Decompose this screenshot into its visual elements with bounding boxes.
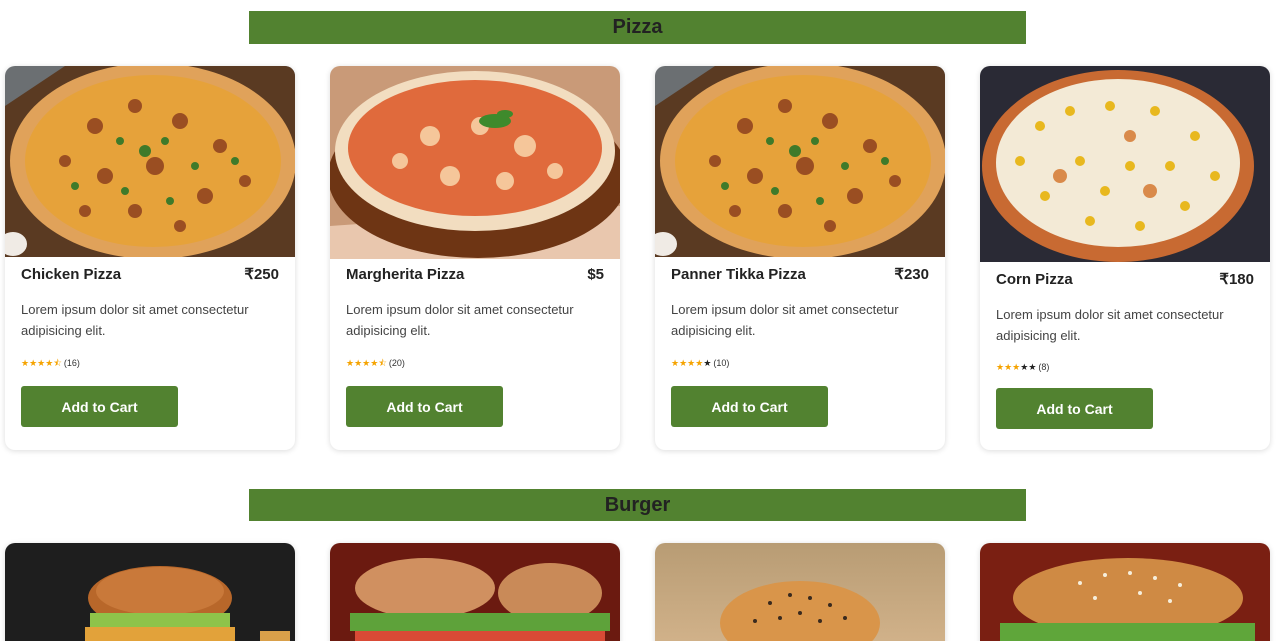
- review-count: (8): [1038, 362, 1050, 372]
- star-half-icon: ⯪: [53, 358, 62, 368]
- product-price: ₹180: [1219, 271, 1254, 288]
- review-count: (10): [713, 358, 730, 368]
- star-rating: ★ ★ ★ ★ ⯪ (20): [346, 358, 604, 368]
- star-icon: ★: [679, 358, 688, 368]
- product-image: [330, 66, 620, 259]
- product-card: Corn Pizza ₹180 Lorem ipsum dolor sit am…: [980, 66, 1270, 450]
- product-card: [980, 543, 1270, 641]
- product-image: [980, 66, 1270, 262]
- product-image: [5, 66, 295, 257]
- star-icon: ★: [370, 358, 379, 368]
- product-price: ₹250: [244, 266, 279, 283]
- product-card: [330, 543, 620, 641]
- star-icon: ★: [354, 358, 363, 368]
- star-icon: ★: [37, 358, 46, 368]
- product-image: [5, 543, 295, 641]
- star-icon: ★: [29, 358, 38, 368]
- star-icon: ★: [671, 358, 680, 368]
- product-image: [980, 543, 1270, 641]
- star-icon: ★: [695, 358, 704, 368]
- add-to-cart-button[interactable]: Add to Cart: [996, 388, 1153, 429]
- product-price: ₹230: [894, 266, 929, 283]
- add-to-cart-button[interactable]: Add to Cart: [21, 386, 178, 427]
- star-icon: ★: [21, 358, 30, 368]
- product-card: Margherita Pizza $5 Lorem ipsum dolor si…: [330, 66, 620, 450]
- section-title-burger: Burger: [249, 489, 1026, 521]
- product-name: Margherita Pizza: [346, 266, 465, 283]
- star-empty-icon: ★: [1020, 362, 1029, 372]
- product-description: Lorem ipsum dolor sit amet consectetur a…: [671, 302, 899, 338]
- product-image: [330, 543, 620, 641]
- star-icon: ★: [346, 358, 355, 368]
- review-count: (20): [388, 358, 405, 368]
- review-count: (16): [63, 358, 80, 368]
- product-card: Panner Tikka Pizza ₹230 Lorem ipsum dolo…: [655, 66, 945, 450]
- star-icon: ★: [45, 358, 54, 368]
- product-description: Lorem ipsum dolor sit amet consectetur a…: [996, 307, 1224, 343]
- star-rating: ★ ★ ★ ★ ⯪ (16): [21, 358, 279, 368]
- product-card: Chicken Pizza ₹250 Lorem ipsum dolor sit…: [5, 66, 295, 450]
- product-image: [655, 543, 945, 641]
- product-name: Corn Pizza: [996, 270, 1073, 288]
- product-description: Lorem ipsum dolor sit amet consectetur a…: [346, 302, 574, 338]
- star-rating: ★ ★ ★ ★ ★ (8): [996, 362, 1254, 372]
- star-empty-icon: ★: [1028, 362, 1037, 372]
- section-title-pizza: Pizza: [249, 11, 1026, 44]
- add-to-cart-button[interactable]: Add to Cart: [671, 386, 828, 427]
- product-description: Lorem ipsum dolor sit amet consectetur a…: [21, 302, 249, 338]
- product-image: [655, 66, 945, 257]
- star-rating: ★ ★ ★ ★ ★ (10): [671, 358, 929, 368]
- product-card: [655, 543, 945, 641]
- star-half-icon: ⯪: [378, 358, 387, 368]
- star-icon: ★: [687, 358, 696, 368]
- star-empty-icon: ★: [703, 358, 712, 368]
- star-icon: ★: [996, 362, 1005, 372]
- add-to-cart-button[interactable]: Add to Cart: [346, 386, 503, 427]
- star-icon: ★: [362, 358, 371, 368]
- product-name: Panner Tikka Pizza: [671, 265, 806, 283]
- star-icon: ★: [1012, 362, 1021, 372]
- product-name: Chicken Pizza: [21, 265, 122, 283]
- star-icon: ★: [1004, 362, 1013, 372]
- product-price: $5: [587, 266, 604, 283]
- product-card: [5, 543, 295, 641]
